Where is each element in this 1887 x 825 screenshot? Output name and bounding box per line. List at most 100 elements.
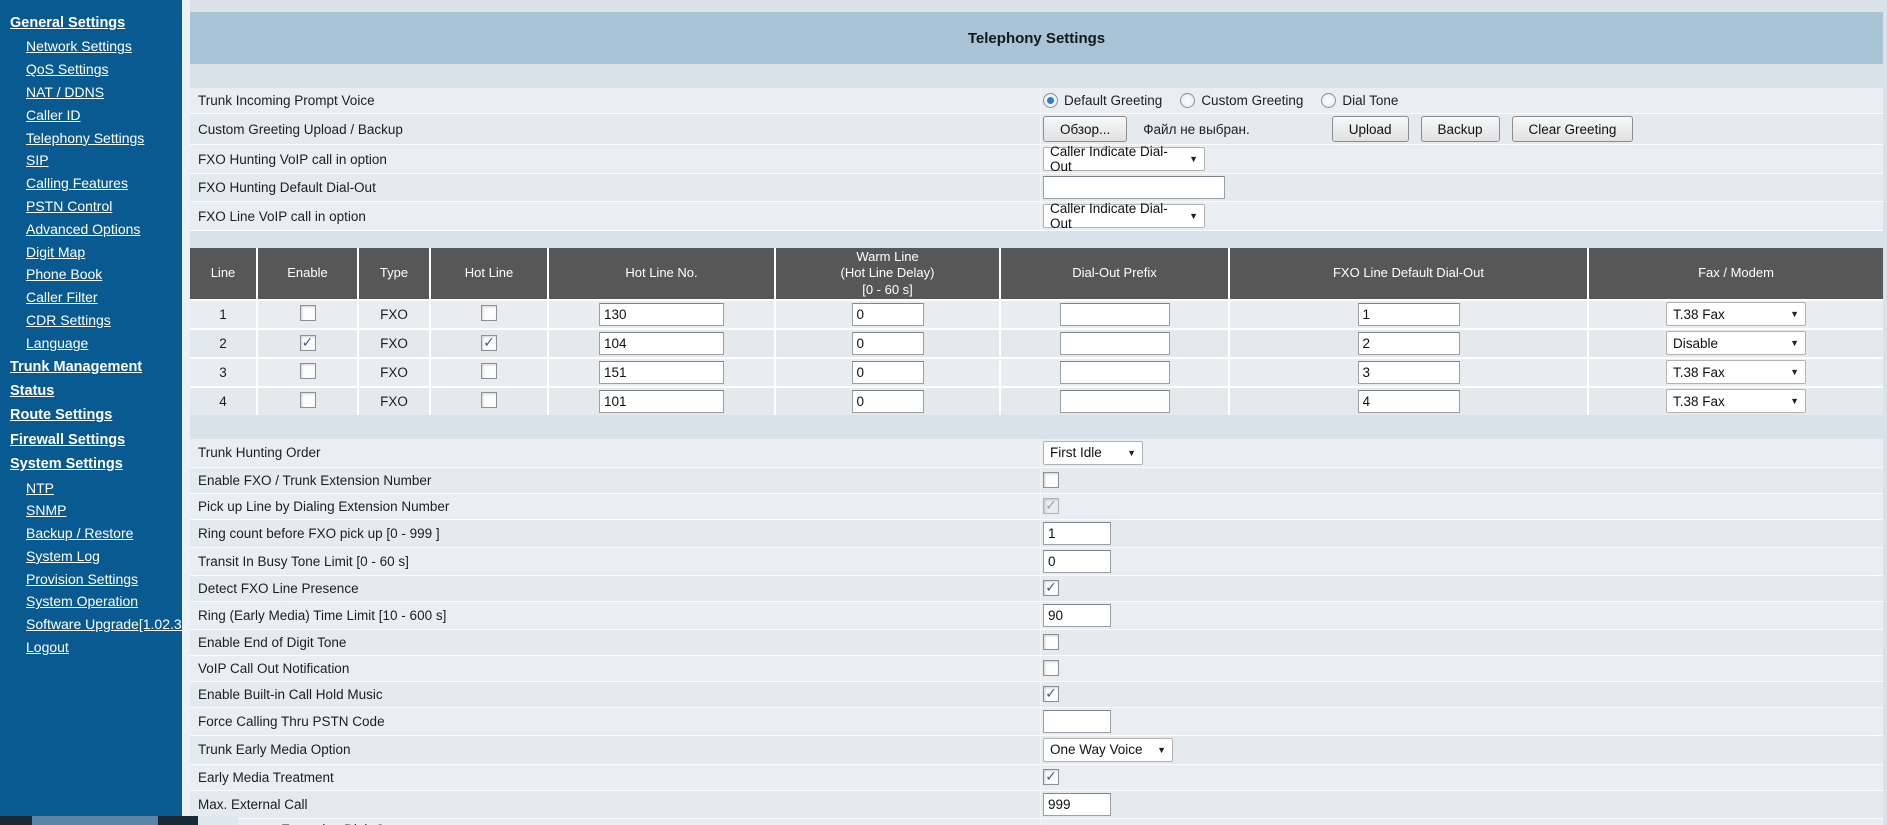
settings-row-trunk-early-media-option: Trunk Early Media Option One Way Voice ▼ <box>190 735 1883 765</box>
settings-row-early-media-treatment: Early Media Treatment ✓ <box>190 764 1883 791</box>
fxo-hunting-voip-select[interactable]: Caller Indicate Dial-Out ▼ <box>1043 144 1205 174</box>
line-type: FXO <box>359 327 431 357</box>
sidebar-item-caller-filter[interactable]: Caller Filter <box>26 289 182 306</box>
fax-modem-select[interactable]: T.38 Fax ▼ <box>1666 360 1806 385</box>
radio-dial-tone[interactable]: Dial Tone <box>1321 93 1398 108</box>
sidebar-item-system-settings[interactable]: System Settings <box>10 456 182 473</box>
sidebar-item-language[interactable]: Language <box>26 335 182 352</box>
warm-line-delay-input[interactable] <box>851 389 924 413</box>
sidebar-item-backup-restore[interactable]: Backup / Restore <box>26 525 182 542</box>
warm-line-delay-input[interactable] <box>851 360 924 384</box>
radio-label: Default Greeting <box>1064 93 1163 108</box>
sidebar-item-telephony-settings[interactable]: Telephony Settings <box>26 130 182 147</box>
chevron-down-icon: ▼ <box>1790 309 1799 320</box>
sidebar-item-snmp[interactable]: SNMP <box>26 502 182 519</box>
enable-end-of-digit-tone-checkbox[interactable] <box>1043 634 1059 651</box>
fax-modem-select[interactable]: T.38 Fax ▼ <box>1666 302 1806 327</box>
sidebar-item-calling-features[interactable]: Calling Features <box>26 175 182 192</box>
max-external-call-input[interactable] <box>1043 792 1111 816</box>
enable-checkbox[interactable] <box>299 391 316 408</box>
radio-default-greeting[interactable]: Default Greeting <box>1043 93 1162 108</box>
max-external-call-value <box>1040 790 1883 818</box>
warm-line-delay-input[interactable] <box>851 331 924 355</box>
enable-fxo-trunk-extension-number-checkbox[interactable] <box>1043 472 1059 489</box>
sidebar-item-ntp[interactable]: NTP <box>26 480 182 497</box>
sidebar-item-nat-ddns[interactable]: NAT / DDNS <box>26 84 182 101</box>
browse-button[interactable]: Обзор... <box>1043 116 1128 142</box>
sidebar-item-provision-settings[interactable]: Provision Settings <box>26 571 182 588</box>
trunk-early-media-option-select[interactable]: One Way Voice ▼ <box>1043 737 1173 762</box>
dial-out-prefix-input[interactable] <box>1059 302 1170 326</box>
dial-out-prefix-input[interactable] <box>1059 360 1170 384</box>
trunk-hunting-order-select[interactable]: First Idle ▼ <box>1043 440 1143 465</box>
fxo-line-voip-select[interactable]: Caller Indicate Dial-Out ▼ <box>1043 201 1205 231</box>
warm-line-delay-input[interactable] <box>851 302 924 326</box>
upload-button[interactable]: Upload <box>1331 116 1409 142</box>
voip-call-out-notification-checkbox[interactable] <box>1043 660 1059 677</box>
hot-line-checkbox[interactable] <box>481 304 497 321</box>
enable-checkbox[interactable] <box>299 362 316 379</box>
sidebar-item-system-operation[interactable]: System Operation <box>26 593 182 610</box>
enable-checkbox[interactable]: ✓ <box>299 334 316 352</box>
setting-label-text: Early Media Treatment <box>198 769 334 785</box>
fax-modem-select[interactable]: Disable ▼ <box>1666 331 1806 356</box>
check-mark-icon: ✓ <box>483 334 495 351</box>
radio-custom-greeting[interactable]: Custom Greeting <box>1180 93 1303 108</box>
settings-rows: Trunk Hunting Order First Idle ▼ Enable FXO… <box>190 438 1883 825</box>
fxo-default-dial-out-input[interactable] <box>1357 302 1460 326</box>
check-mark-icon: ✓ <box>301 334 314 351</box>
sidebar-item-cdr-settings[interactable]: CDR Settings <box>26 312 182 329</box>
hot-line-no-input[interactable] <box>599 389 724 413</box>
backup-button[interactable]: Backup <box>1420 116 1500 142</box>
fxo-default-dial-out-input[interactable] <box>1357 331 1460 355</box>
sidebar-item-system-log[interactable]: System Log <box>26 548 182 565</box>
detect-fxo-line-presence-value: ✓ <box>1040 575 1883 601</box>
sidebar-item-pstn-control[interactable]: PSTN Control <box>26 198 182 215</box>
trunk-early-media-option-label: Trunk Early Media Option <box>190 736 1040 764</box>
clear-greeting-button[interactable]: Clear Greeting <box>1511 116 1634 142</box>
sidebar-item-qos-settings[interactable]: QoS Settings <box>26 61 182 78</box>
sidebar-item-status[interactable]: Status <box>10 383 182 400</box>
sidebar-item-logout[interactable]: Logout <box>26 639 182 656</box>
fxo-default-dial-out-input[interactable] <box>1357 360 1460 384</box>
hot-line-checkbox[interactable] <box>481 362 497 379</box>
horizontal-scrollbar[interactable] <box>0 816 238 825</box>
prompt-voice-label: Trunk Incoming Prompt Voice <box>198 93 375 108</box>
sidebar-item-trunk-management[interactable]: Trunk Management <box>10 359 182 376</box>
transit-in-busy-tone-limit-input[interactable] <box>1043 549 1111 573</box>
ring-count-before-fxo-pick-up-input[interactable] <box>1043 521 1111 545</box>
fxo-hunting-default-input[interactable] <box>1043 176 1225 199</box>
sidebar-item-digit-map[interactable]: Digit Map <box>26 244 182 261</box>
enable-built-in-call-hold-music-checkbox[interactable]: ✓ <box>1043 686 1059 703</box>
detect-fxo-line-presence-checkbox[interactable]: ✓ <box>1043 580 1059 597</box>
enable-checkbox[interactable] <box>299 304 316 321</box>
fax-modem-select[interactable]: T.38 Fax ▼ <box>1666 389 1806 414</box>
force-calling-thru-pstn-code-input[interactable] <box>1043 709 1111 733</box>
sidebar-item-general-settings[interactable]: General Settings <box>10 15 182 32</box>
setting-label-text: Enable FXO / Trunk Extension Number <box>198 472 432 488</box>
sidebar-item-software-upgrade-1-02-38[interactable]: Software Upgrade[1.02.38. <box>26 616 182 633</box>
ring-early-media-time-limit-input[interactable] <box>1043 603 1111 627</box>
early-media-treatment-checkbox[interactable]: ✓ <box>1043 769 1059 786</box>
sidebar-item-firewall-settings[interactable]: Firewall Settings <box>10 432 182 449</box>
hot-line-no-input[interactable] <box>599 302 724 326</box>
scrollbar-corner <box>198 816 238 825</box>
hot-line-checkbox[interactable] <box>481 391 497 408</box>
fxo-default-dial-out-input[interactable] <box>1357 389 1460 413</box>
hot-line-no-input[interactable] <box>599 331 724 355</box>
dial-out-prefix-input[interactable] <box>1059 331 1170 355</box>
sidebar-item-phone-book[interactable]: Phone Book <box>26 266 182 283</box>
scrollbar-thumb[interactable] <box>32 816 158 825</box>
line-table-row: 4 FXO T.38 Fax ▼ <box>190 385 1883 415</box>
sidebar-item-caller-id[interactable]: Caller ID <box>26 107 182 124</box>
sidebar-item-advanced-options[interactable]: Advanced Options <box>26 221 182 238</box>
enable-end-of-digit-tone-value <box>1040 629 1883 655</box>
prompt-voice-options: Default Greeting Custom Greeting Dial To… <box>1040 88 1883 113</box>
hot-line-checkbox[interactable]: ✓ <box>481 334 497 352</box>
hot-line-no-input[interactable] <box>599 360 724 384</box>
sidebar-item-sip[interactable]: SIP <box>26 152 182 169</box>
sidebar-item-route-settings[interactable]: Route Settings <box>10 407 182 424</box>
dial-out-prefix-input[interactable] <box>1059 389 1170 413</box>
sidebar-item-network-settings[interactable]: Network Settings <box>26 38 182 55</box>
ring-early-media-time-limit-value <box>1040 601 1883 629</box>
